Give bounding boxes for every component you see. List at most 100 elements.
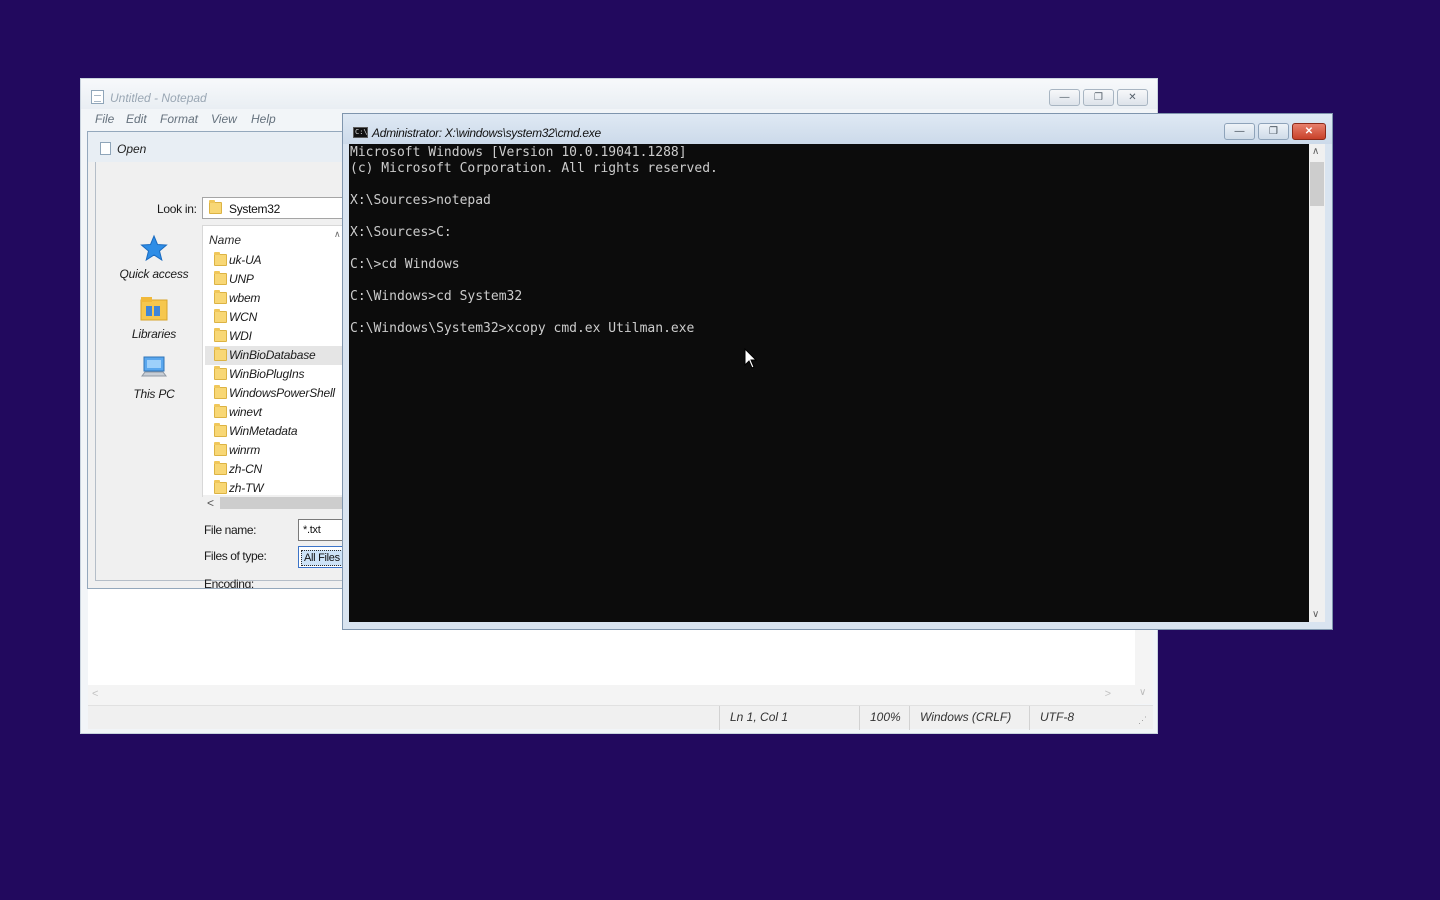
folder-row[interactable]: UNP xyxy=(205,270,348,289)
scrollbar-thumb[interactable] xyxy=(220,497,348,509)
place-libraries[interactable]: Libraries xyxy=(104,294,204,341)
close-button[interactable]: ✕ xyxy=(1117,89,1148,106)
folder-icon xyxy=(214,442,227,456)
cmd-window[interactable]: C:\ Administrator: X:\windows\system32\c… xyxy=(342,113,1333,630)
places-bar: Quick access Libraries This PC xyxy=(104,222,204,482)
folder-icon xyxy=(214,404,227,418)
minimize-button[interactable]: — xyxy=(1049,89,1080,106)
notepad-titlebar[interactable]: Untitled - Notepad — ❐ ✕ xyxy=(81,79,1157,109)
console-line: Microsoft Windows [Version 10.0.19041.12… xyxy=(350,145,687,160)
folder-name: WinBioPlugIns xyxy=(229,367,305,381)
maximize-button[interactable]: ❐ xyxy=(1083,89,1114,106)
folder-row[interactable]: wbem xyxy=(205,289,348,308)
status-line-ending: Windows (CRLF) xyxy=(909,706,1029,730)
files-of-type-label: Files of type: xyxy=(204,549,267,563)
folder-icon xyxy=(214,328,227,342)
restore-icon: ❐ xyxy=(1269,126,1278,137)
restore-icon: ❐ xyxy=(1094,92,1103,103)
cmd-maximize-button[interactable]: ❐ xyxy=(1258,123,1289,140)
folder-icon xyxy=(214,290,227,304)
column-name-header[interactable]: Name xyxy=(209,233,241,247)
folder-name: WDI xyxy=(229,329,252,343)
console-line: C:\Windows>cd System32 xyxy=(350,289,523,304)
look-in-dropdown[interactable]: System32 xyxy=(202,197,348,219)
folder-row[interactable]: WDI xyxy=(205,327,348,346)
scroll-down-icon[interactable]: ∨ xyxy=(1139,687,1146,698)
folder-name: WinMetadata xyxy=(229,424,298,438)
folder-icon xyxy=(214,252,227,266)
notepad-icon xyxy=(91,90,104,104)
scroll-down-icon[interactable]: ∨ xyxy=(1312,609,1319,620)
folder-row[interactable]: WinBioDatabase xyxy=(205,346,348,365)
file-list-horizontal-scrollbar[interactable]: < xyxy=(203,495,348,511)
folder-row[interactable]: WinBioPlugIns xyxy=(205,365,348,384)
sort-up-icon: ∧ xyxy=(334,229,341,239)
console-line: (c) Microsoft Corporation. All rights re… xyxy=(350,161,718,176)
menu-edit[interactable]: Edit xyxy=(126,112,147,126)
status-encoding: UTF-8 xyxy=(1029,706,1139,730)
open-dialog-titlebar[interactable]: Open xyxy=(88,132,348,162)
cmd-vertical-scrollbar[interactable]: ∧ ∨ xyxy=(1309,144,1325,622)
status-position: Ln 1, Col 1 xyxy=(719,706,859,730)
folder-name: UNP xyxy=(229,272,254,286)
place-quick-access[interactable]: Quick access xyxy=(104,234,204,281)
folder-row[interactable]: zh-TW xyxy=(205,479,348,495)
menu-help[interactable]: Help xyxy=(251,112,276,126)
minimize-icon: — xyxy=(1059,92,1070,103)
notepad-title: Untitled - Notepad xyxy=(110,91,207,105)
folder-name: WinBioDatabase xyxy=(229,348,316,362)
cmd-titlebar[interactable]: C:\ Administrator: X:\windows\system32\c… xyxy=(343,114,1332,144)
cmd-close-button[interactable]: ✕ xyxy=(1292,123,1326,140)
scroll-left-icon[interactable]: < xyxy=(92,688,98,700)
folder-row[interactable]: WinMetadata xyxy=(205,422,348,441)
folder-row[interactable]: winrm xyxy=(205,441,348,460)
folder-icon xyxy=(209,200,222,214)
scroll-left-icon[interactable]: < xyxy=(207,496,214,510)
scrollbar-thumb[interactable] xyxy=(1310,162,1324,206)
open-dialog[interactable]: Open Look in: System32 Quick access Libr… xyxy=(87,131,349,589)
file-list[interactable]: Name ∧ uk-UA UNP wbem WCN WDI WinBioDatabase W… xyxy=(202,225,348,511)
console-output[interactable]: Microsoft Windows [Version 10.0.19041.12… xyxy=(349,144,1309,622)
folder-name: winevt xyxy=(229,405,262,419)
menu-format[interactable]: Format xyxy=(160,112,198,126)
folder-name: zh-CN xyxy=(229,462,263,476)
quick-access-label: Quick access xyxy=(119,267,189,281)
folder-icon xyxy=(214,366,227,380)
scroll-right-icon[interactable]: > xyxy=(1105,688,1111,700)
folder-name: WindowsPowerShell xyxy=(229,386,335,400)
menu-view[interactable]: View xyxy=(211,112,237,126)
folder-icon xyxy=(214,309,227,323)
folder-row[interactable]: WindowsPowerShell xyxy=(205,384,348,403)
cmd-minimize-button[interactable]: — xyxy=(1224,123,1255,140)
look-in-label: Look in: xyxy=(157,202,197,216)
files-of-type-value: All Files xyxy=(301,550,343,566)
folder-icon xyxy=(214,271,227,285)
libraries-label: Libraries xyxy=(131,327,177,341)
folder-name: uk-UA xyxy=(229,253,262,267)
folder-row[interactable]: uk-UA xyxy=(205,251,348,270)
minimize-icon: — xyxy=(1234,126,1245,137)
folder-row[interactable]: zh-CN xyxy=(205,460,348,479)
folder-row[interactable]: winevt xyxy=(205,403,348,422)
folder-icon xyxy=(214,480,227,494)
file-name-value: *.txt xyxy=(303,524,321,536)
resize-grip-icon[interactable]: ⋰ xyxy=(1138,715,1147,726)
folder-icon xyxy=(214,423,227,437)
folder-name: winrm xyxy=(229,443,260,457)
place-this-pc[interactable]: This PC xyxy=(104,354,204,401)
file-name-label: File name: xyxy=(204,523,257,537)
open-dialog-title: Open xyxy=(117,142,147,156)
scroll-up-icon[interactable]: ∧ xyxy=(1312,146,1319,157)
console-line: X:\Sources>notepad xyxy=(350,193,491,208)
folder-icon xyxy=(214,347,227,361)
menu-file[interactable]: File xyxy=(95,112,114,126)
file-list-header[interactable]: Name ∧ xyxy=(203,226,348,250)
folder-row[interactable]: WCN xyxy=(205,308,348,327)
folder-icon xyxy=(214,385,227,399)
folder-name: wbem xyxy=(229,291,261,305)
notepad-horizontal-scrollbar[interactable]: < > xyxy=(88,685,1135,705)
folder-name: WCN xyxy=(229,310,258,324)
status-zoom: 100% xyxy=(859,706,909,730)
console-line: C:\Windows\System32>xcopy cmd.ex Utilman… xyxy=(350,321,695,336)
encoding-label: Encoding: xyxy=(204,577,254,589)
